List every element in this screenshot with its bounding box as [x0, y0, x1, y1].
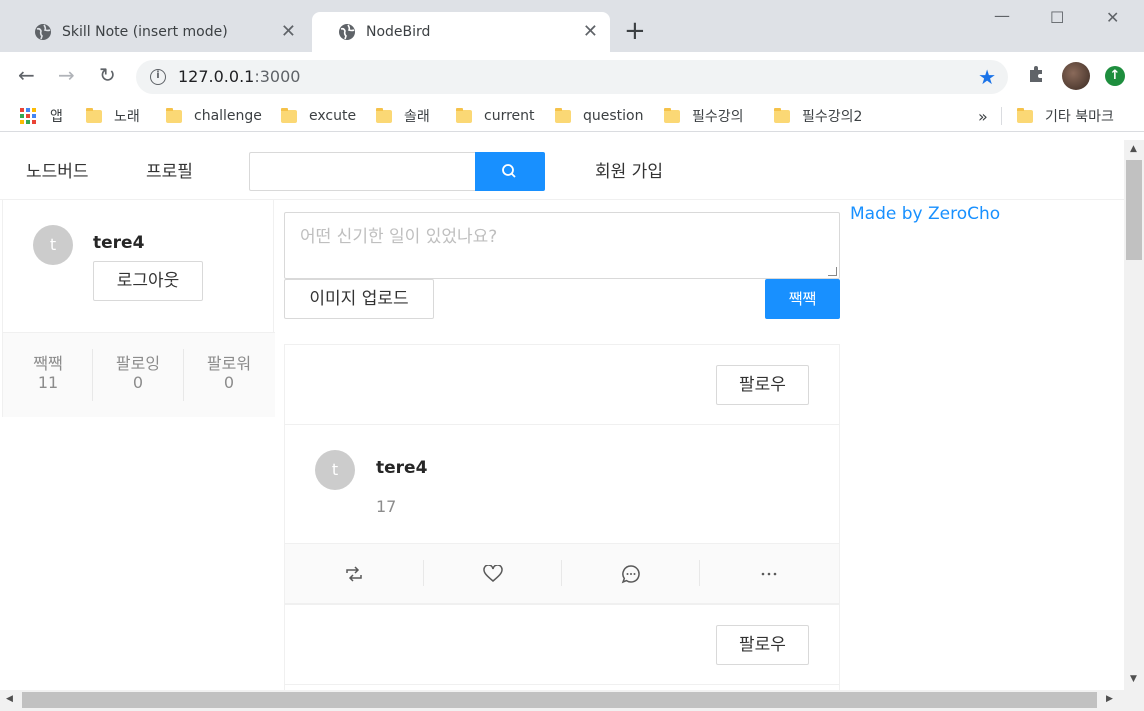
horizontal-scroll-thumb[interactable]	[22, 692, 1097, 708]
horizontal-scrollbar[interactable]: ◀ ▶	[0, 690, 1144, 711]
bookmark-apps[interactable]: 앱	[20, 105, 63, 127]
bookmark-folder[interactable]: excute	[281, 105, 356, 127]
post-content: 17	[376, 497, 397, 516]
tab-nodebird[interactable]: NodeBird ✕	[312, 12, 610, 52]
browser-toolbar: ← → ↻ i 127.0.0.1:3000 ★ ↑	[0, 52, 1144, 100]
folder-icon	[664, 107, 680, 123]
ellipsis-icon	[761, 572, 777, 576]
post-actions	[285, 543, 839, 603]
resize-handle-icon[interactable]	[828, 267, 837, 276]
back-icon[interactable]: ←	[18, 64, 35, 86]
folder-icon	[1017, 107, 1033, 123]
post-placeholder: 어떤 신기한 일이 있었나요?	[300, 227, 498, 247]
post-card: 팔로우	[284, 604, 840, 690]
tab-strip: Skill Note (insert mode) ✕ NodeBird ✕ + …	[0, 0, 1144, 52]
vertical-scrollbar[interactable]: ▲ ▼	[1124, 140, 1144, 690]
folder-icon	[376, 107, 392, 123]
post-author: tere4	[376, 458, 428, 478]
menu-item-home[interactable]: 노드버드	[26, 157, 89, 182]
scroll-right-icon[interactable]: ▶	[1106, 694, 1113, 704]
site-info-icon[interactable]: i	[150, 69, 166, 85]
menu-item-signup[interactable]: 회원 가입	[595, 157, 663, 182]
post-card: 팔로우 t tere4 17	[284, 344, 840, 604]
folder-icon	[774, 107, 790, 123]
folder-icon	[166, 107, 182, 123]
comment-icon	[621, 565, 640, 584]
new-tab-icon[interactable]: +	[624, 18, 646, 44]
bookmark-folder[interactable]: 필수강의	[664, 105, 744, 127]
retweet-icon	[346, 566, 362, 582]
scroll-left-icon[interactable]: ◀	[6, 694, 13, 704]
bookmark-folder[interactable]: 노래	[86, 105, 140, 127]
submit-post-button[interactable]: 짹짹	[765, 279, 840, 319]
maximize-icon[interactable]: ☐	[1050, 8, 1064, 27]
like-button[interactable]	[424, 544, 562, 604]
stat-following[interactable]: 팔로잉 0	[93, 333, 183, 418]
close-tab-icon[interactable]: ✕	[583, 23, 598, 41]
globe-icon	[35, 24, 51, 40]
folder-icon	[281, 107, 297, 123]
avatar: t	[33, 225, 73, 265]
address-bar[interactable]: i 127.0.0.1:3000 ★	[136, 60, 1008, 94]
folder-icon	[86, 107, 102, 123]
url-text: 127.0.0.1:3000	[178, 67, 301, 86]
post-textarea[interactable]: 어떤 신기한 일이 있었나요?	[284, 212, 840, 279]
scroll-down-icon[interactable]: ▼	[1130, 674, 1137, 684]
close-tab-icon[interactable]: ✕	[281, 23, 296, 41]
tab-title: Skill Note (insert mode)	[62, 24, 228, 40]
tab-skill-note[interactable]: Skill Note (insert mode) ✕	[8, 12, 308, 52]
bookmark-star-icon[interactable]: ★	[978, 65, 996, 89]
bookmark-folder[interactable]: 솔래	[376, 105, 430, 127]
search-button[interactable]	[475, 152, 545, 191]
follow-button[interactable]: 팔로우	[716, 365, 809, 405]
avatar: t	[315, 450, 355, 490]
user-profile-card: t tere4 로그아웃 짹짹 11 팔로잉 0 팔로워 0	[2, 200, 275, 417]
profile-avatar[interactable]	[1062, 62, 1090, 90]
post-card-header: 팔로우	[285, 605, 839, 685]
vertical-scroll-thumb[interactable]	[1126, 160, 1142, 260]
bookmarks-overflow-icon[interactable]: »	[978, 105, 988, 127]
forward-icon[interactable]: →	[58, 64, 75, 86]
window-close-icon[interactable]: ✕	[1106, 8, 1119, 27]
globe-icon	[339, 24, 355, 40]
bookmark-folder[interactable]: challenge	[166, 105, 262, 127]
profile-stats: 짹짹 11 팔로잉 0 팔로워 0	[3, 332, 275, 417]
post-card-header: 팔로우	[285, 345, 839, 425]
minimize-icon[interactable]: —	[994, 6, 1010, 25]
bookmark-other-folder[interactable]: 기타 북마크	[1017, 105, 1114, 127]
stat-followers[interactable]: 팔로워 0	[184, 333, 274, 418]
menu-item-profile[interactable]: 프로필	[146, 157, 193, 182]
more-button[interactable]	[700, 544, 838, 604]
nodebird-app: 노드버드 프로필 회원 가입 t tere4 로그아웃 짹짹 11 팔로잉 0 …	[0, 140, 1124, 690]
bookmark-folder[interactable]: current	[456, 105, 535, 127]
heart-icon	[483, 565, 503, 582]
search-input[interactable]	[249, 152, 475, 191]
folder-icon	[555, 107, 571, 123]
made-by-link[interactable]: Made by ZeroCho	[850, 204, 1000, 224]
folder-icon	[456, 107, 472, 123]
extensions-icon[interactable]	[1026, 64, 1046, 84]
image-upload-button[interactable]: 이미지 업로드	[284, 279, 434, 319]
profile-username: tere4	[93, 233, 145, 253]
bookmark-folder[interactable]: 필수강의2	[774, 105, 862, 127]
scroll-up-icon[interactable]: ▲	[1130, 144, 1137, 154]
top-menu: 노드버드 프로필 회원 가입	[0, 140, 1124, 200]
retweet-button[interactable]	[285, 544, 423, 604]
bookmark-folder[interactable]: question	[555, 105, 643, 127]
bookmark-divider	[1001, 107, 1002, 125]
stat-posts[interactable]: 짹짹 11	[3, 333, 93, 418]
update-icon[interactable]: ↑	[1105, 66, 1125, 86]
follow-button[interactable]: 팔로우	[716, 625, 809, 665]
logout-button[interactable]: 로그아웃	[93, 261, 203, 301]
apps-grid-icon	[20, 108, 36, 124]
bookmarks-bar: 앱 노래 challenge excute 솔래 current questio…	[0, 100, 1144, 132]
tab-title: NodeBird	[366, 24, 431, 40]
search-icon	[502, 164, 516, 178]
comment-button[interactable]	[562, 544, 700, 604]
reload-icon[interactable]: ↻	[99, 64, 116, 86]
